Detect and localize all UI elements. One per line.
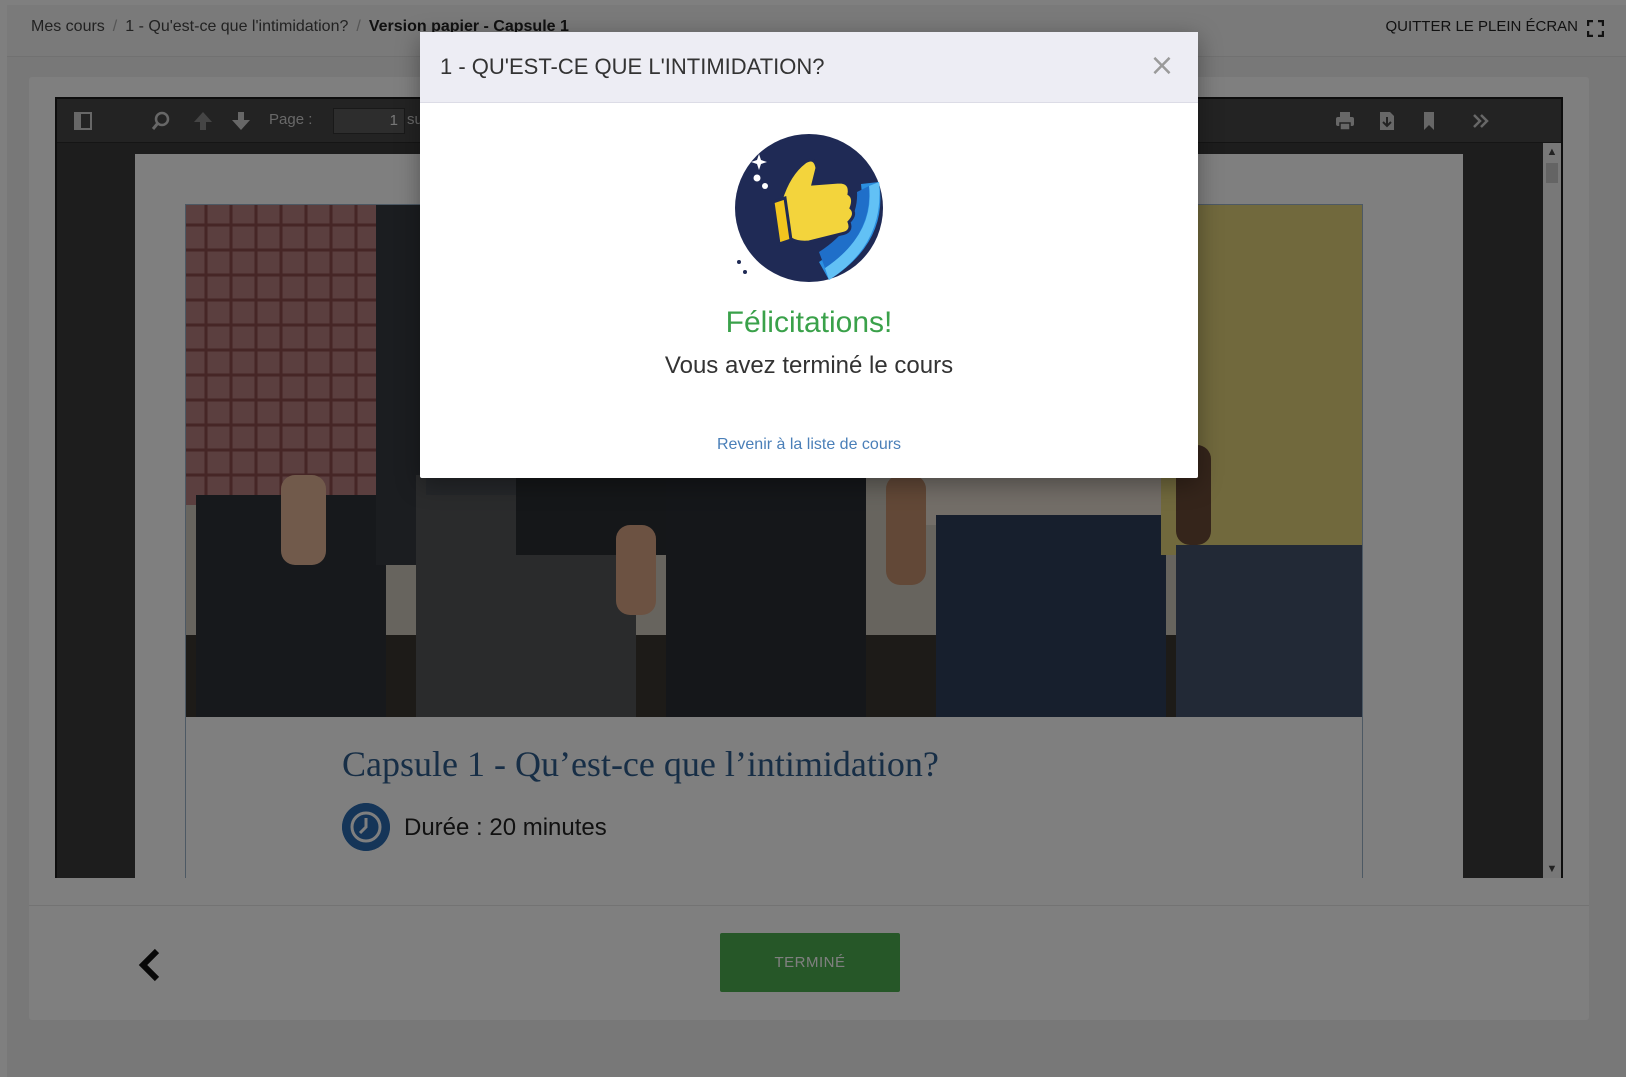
- congratulations-heading: Félicitations!: [725, 306, 893, 339]
- back-to-courses-link[interactable]: Revenir à la liste de cours: [420, 436, 1198, 454]
- modal-title: 1 - QU'EST-CE QUE L'INTIMIDATION?: [440, 54, 825, 79]
- app-root: Mes cours/1 - Qu'est-ce que l'intimidati…: [0, 0, 1626, 1077]
- completion-message: Vous avez terminé le cours: [664, 352, 954, 379]
- completion-modal: 1 - QU'EST-CE QUE L'INTIMIDATION? × Féli…: [420, 32, 1198, 478]
- modal-header: 1 - QU'EST-CE QUE L'INTIMIDATION? ×: [420, 32, 1198, 103]
- thumbs-up-badge-icon: [735, 124, 883, 282]
- close-icon[interactable]: ×: [1148, 50, 1176, 82]
